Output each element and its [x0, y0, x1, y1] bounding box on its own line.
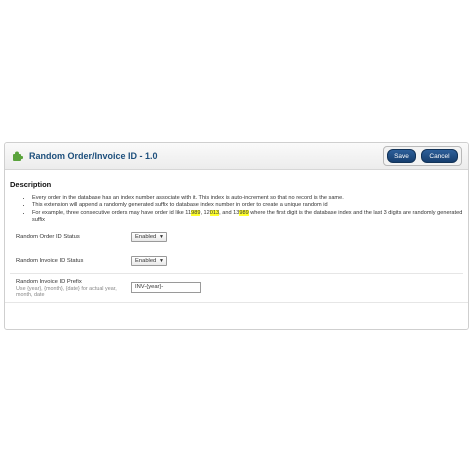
save-button[interactable]: Save: [387, 149, 416, 163]
dropdown-arrow-icon: ▼: [159, 234, 164, 241]
prefix-label: Random Invoice ID Prefix: [16, 278, 82, 285]
module-panel: Random Order/Invoice ID - 1.0 Save Cance…: [4, 142, 469, 330]
order-status-label: Random Order ID Status: [16, 234, 80, 241]
divider: [5, 302, 468, 303]
divider: [10, 272, 463, 274]
cancel-button[interactable]: Cancel: [421, 149, 458, 163]
list-item: Every order in the database has an index…: [32, 195, 463, 202]
order-status-row: Random Order ID Status Enabled ▼: [10, 231, 463, 244]
panel-header: Random Order/Invoice ID - 1.0 Save Cance…: [5, 143, 468, 170]
prefix-hint: Use {year}, {month}, {date} for actual y…: [16, 285, 117, 299]
order-status-value: Enabled: [135, 234, 157, 241]
invoice-status-value: Enabled: [135, 258, 157, 265]
description-list: Every order in the database has an index…: [10, 195, 463, 225]
list-item: For example, three consecutive orders ma…: [32, 209, 463, 225]
example-text: For example, three consecutive orders ma…: [32, 209, 192, 216]
puzzle-icon: [13, 151, 23, 161]
example-text: , 12: [200, 209, 210, 216]
description-heading: Description: [10, 180, 52, 189]
invoice-status-row: Random Invoice ID Status Enabled ▼: [10, 255, 463, 268]
page-title: Random Order/Invoice ID - 1.0: [29, 151, 158, 161]
prefix-input[interactable]: INV-{year}-: [131, 281, 201, 293]
example-text: , and 13: [219, 209, 240, 216]
prefix-row: Random Invoice ID Prefix Use {year}, {mo…: [10, 279, 463, 300]
panel-content: Description Every order in the database …: [5, 170, 468, 299]
highlight-suffix: 989: [239, 209, 249, 216]
invoice-status-label: Random Invoice ID Status: [16, 258, 84, 265]
order-status-select[interactable]: Enabled ▼: [131, 232, 167, 243]
action-buttons: Save Cancel: [383, 146, 462, 166]
prefix-label-group: Random Invoice ID Prefix Use {year}, {mo…: [10, 279, 131, 300]
list-item: This extension will append a randomly ge…: [32, 202, 463, 209]
highlight-suffix: 013: [209, 209, 220, 216]
dropdown-arrow-icon: ▼: [159, 258, 164, 265]
invoice-status-select[interactable]: Enabled ▼: [131, 256, 167, 267]
